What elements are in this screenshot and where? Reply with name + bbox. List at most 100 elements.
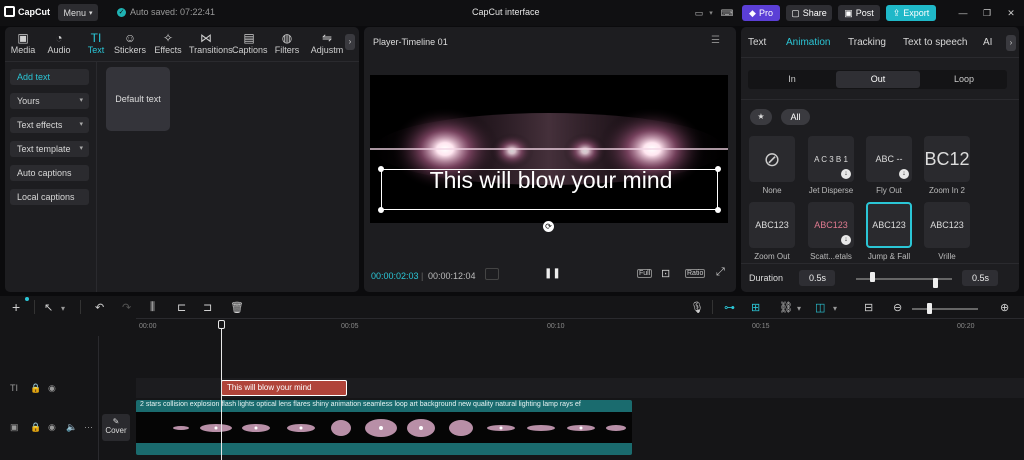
zoom-slider-handle[interactable] (927, 303, 932, 314)
segment-out[interactable]: Out (836, 71, 920, 88)
tab-effects[interactable]: ✧ Effects (151, 31, 185, 55)
rotate-icon[interactable]: ⟳ (543, 221, 554, 232)
anim-thumb-zoom-in-2[interactable]: BC12 (924, 136, 970, 182)
filter-all-chip[interactable]: All (781, 109, 810, 125)
layout-chevron-icon[interactable]: ▾ (707, 5, 715, 21)
duration-out-input[interactable]: 0.5s (962, 270, 998, 286)
close-icon[interactable]: ✕ (1004, 5, 1018, 21)
split-icon[interactable]: ⫼ (150, 301, 155, 314)
anim-label-jump-fall: Jump & Fall (867, 252, 911, 261)
eye-icon[interactable]: ◉ (48, 383, 56, 394)
sidebar-item-text-template[interactable]: Text template ▾ (10, 141, 89, 157)
screenshot-icon[interactable]: ⊡ (661, 267, 670, 280)
chevron-down-icon[interactable]: ▾ (833, 304, 837, 313)
zoom-out-icon[interactable]: ⊖ (893, 301, 902, 314)
more-options-icon[interactable]: ⋯ (84, 422, 93, 433)
duration-slider-handle-out[interactable] (933, 278, 938, 288)
edit-pencil-icon: ✎ (112, 417, 120, 426)
tab-tracking[interactable]: Tracking (848, 37, 886, 48)
split-right-icon[interactable]: ⊐ (203, 301, 212, 314)
sidebar-item-auto-captions[interactable]: Auto captions (10, 165, 89, 181)
sidebar-item-local-captions[interactable]: Local captions (10, 189, 89, 205)
chain-link-icon[interactable]: ⛓ (779, 301, 793, 314)
tab-ai[interactable]: AI (983, 37, 992, 48)
playhead-handle[interactable] (218, 320, 225, 329)
fullscreen-icon[interactable]: ⤢ (716, 266, 725, 279)
anim-thumb-scatter-petals[interactable]: ABC123 ↓ (808, 202, 854, 248)
layout-icon[interactable]: ▭ (690, 5, 708, 21)
full-button[interactable]: Full (637, 269, 653, 278)
duration-slider-handle-in[interactable] (870, 272, 875, 282)
select-cursor-icon[interactable]: ↖ (44, 301, 53, 314)
tab-text-to-speech[interactable]: Text to speech (903, 37, 967, 48)
tab-audio[interactable]: ◔ Audio (42, 31, 76, 55)
undo-icon[interactable]: ↶ (95, 301, 104, 314)
microphone-icon[interactable]: 🎙 (690, 301, 704, 314)
default-text-card[interactable]: Default text (106, 67, 170, 131)
download-icon: ↓ (841, 235, 851, 245)
fit-timeline-icon[interactable]: ⊟ (864, 301, 873, 314)
link-clips-icon[interactable]: ⊶ (724, 301, 735, 314)
redo-icon[interactable]: ↷ (122, 301, 131, 314)
export-button[interactable]: ⇪ Export (886, 5, 936, 21)
segment-loop[interactable]: Loop (922, 71, 1006, 88)
duration-in-input[interactable]: 0.5s (799, 270, 835, 286)
share-button[interactable]: ▢ Share (786, 5, 832, 21)
delete-icon[interactable]: 🗑 (230, 301, 244, 314)
text-clip[interactable]: This will blow your mind (221, 380, 347, 396)
sidebar-item-text-effects[interactable]: Text effects ▾ (10, 117, 89, 133)
add-track-icon[interactable]: + (12, 299, 20, 315)
video-clip[interactable]: 2 stars collision explosion flash lights… (136, 400, 632, 455)
player-menu-icon[interactable]: ☰ (711, 35, 720, 46)
lock-icon[interactable]: 🔒 (30, 422, 41, 433)
resize-handle[interactable] (378, 207, 384, 213)
tab-text[interactable]: TI Text (79, 31, 113, 55)
chevron-down-icon[interactable]: ▾ (61, 304, 65, 313)
ratio-button[interactable]: Ratio (685, 269, 706, 278)
cover-button[interactable]: ✎ Cover (102, 414, 130, 441)
menu-button[interactable]: Menu ▾ (58, 4, 98, 21)
split-left-icon[interactable]: ⊏ (177, 301, 186, 314)
tab-animation[interactable]: Animation (786, 37, 830, 48)
audio-mute-icon[interactable]: 🔈 (66, 422, 77, 433)
segment-in[interactable]: In (750, 71, 834, 88)
tab-media[interactable]: ▣ Media (6, 31, 40, 55)
preview-axis-icon[interactable]: ◫ (815, 301, 825, 314)
pause-icon[interactable]: ❚❚ (544, 268, 561, 279)
tab-captions[interactable]: ▤ Captions (232, 31, 268, 55)
anim-thumb-vrille[interactable]: ABC123 (924, 202, 970, 248)
anim-thumb-zoom-out[interactable]: ABC123 (749, 202, 795, 248)
pro-button[interactable]: ◆ Pro (742, 5, 780, 21)
timeline-grid-icon[interactable] (485, 268, 499, 280)
zoom-slider-track[interactable] (912, 308, 978, 310)
anim-thumb-none[interactable]: ⊘ (749, 136, 795, 182)
playhead-line[interactable] (221, 321, 222, 460)
tab-stickers[interactable]: ☺ Stickers (113, 31, 147, 55)
magnet-icon[interactable]: ⊞ (751, 301, 760, 314)
tab-text[interactable]: Text (748, 37, 766, 48)
sidebar-item-yours[interactable]: Yours ▾ (10, 93, 89, 109)
chevron-down-icon[interactable]: ▾ (797, 304, 801, 313)
right-tabs-scroll-icon[interactable]: › (1006, 35, 1016, 51)
tab-filters[interactable]: ◍ Filters (270, 31, 304, 55)
anim-thumb-jet-disperse[interactable]: A C 3 B 1 ↓ (808, 136, 854, 182)
post-button[interactable]: ▣ Post (838, 5, 880, 21)
resize-handle[interactable] (715, 207, 721, 213)
audio-icon: ◔ (55, 31, 63, 45)
anim-label-fly-out: Fly Out (876, 186, 902, 195)
current-time: 00:00:02:03 (371, 271, 419, 281)
lock-icon[interactable]: 🔒 (30, 383, 41, 394)
favorites-star-icon[interactable]: ★ (750, 109, 772, 125)
sidebar-item-add-text[interactable]: Add text (10, 69, 89, 85)
eye-icon[interactable]: ◉ (48, 422, 56, 433)
tab-adjustm[interactable]: ⇋ Adjustm (310, 31, 344, 55)
tab-label: Effects (154, 45, 182, 55)
maximize-icon[interactable]: ❐ (980, 5, 994, 21)
minimize-icon[interactable]: — (956, 5, 970, 21)
zoom-in-icon[interactable]: ⊕ (1000, 301, 1009, 314)
anim-thumb-jump-fall[interactable]: ABC123 (866, 202, 912, 248)
tabs-scroll-right-icon[interactable]: › (345, 34, 355, 50)
tab-transitions[interactable]: ⋈ Transitions (189, 31, 233, 55)
anim-thumb-fly-out[interactable]: ABC -- ↓ (866, 136, 912, 182)
keyboard-icon[interactable]: ⌨ (720, 5, 734, 21)
